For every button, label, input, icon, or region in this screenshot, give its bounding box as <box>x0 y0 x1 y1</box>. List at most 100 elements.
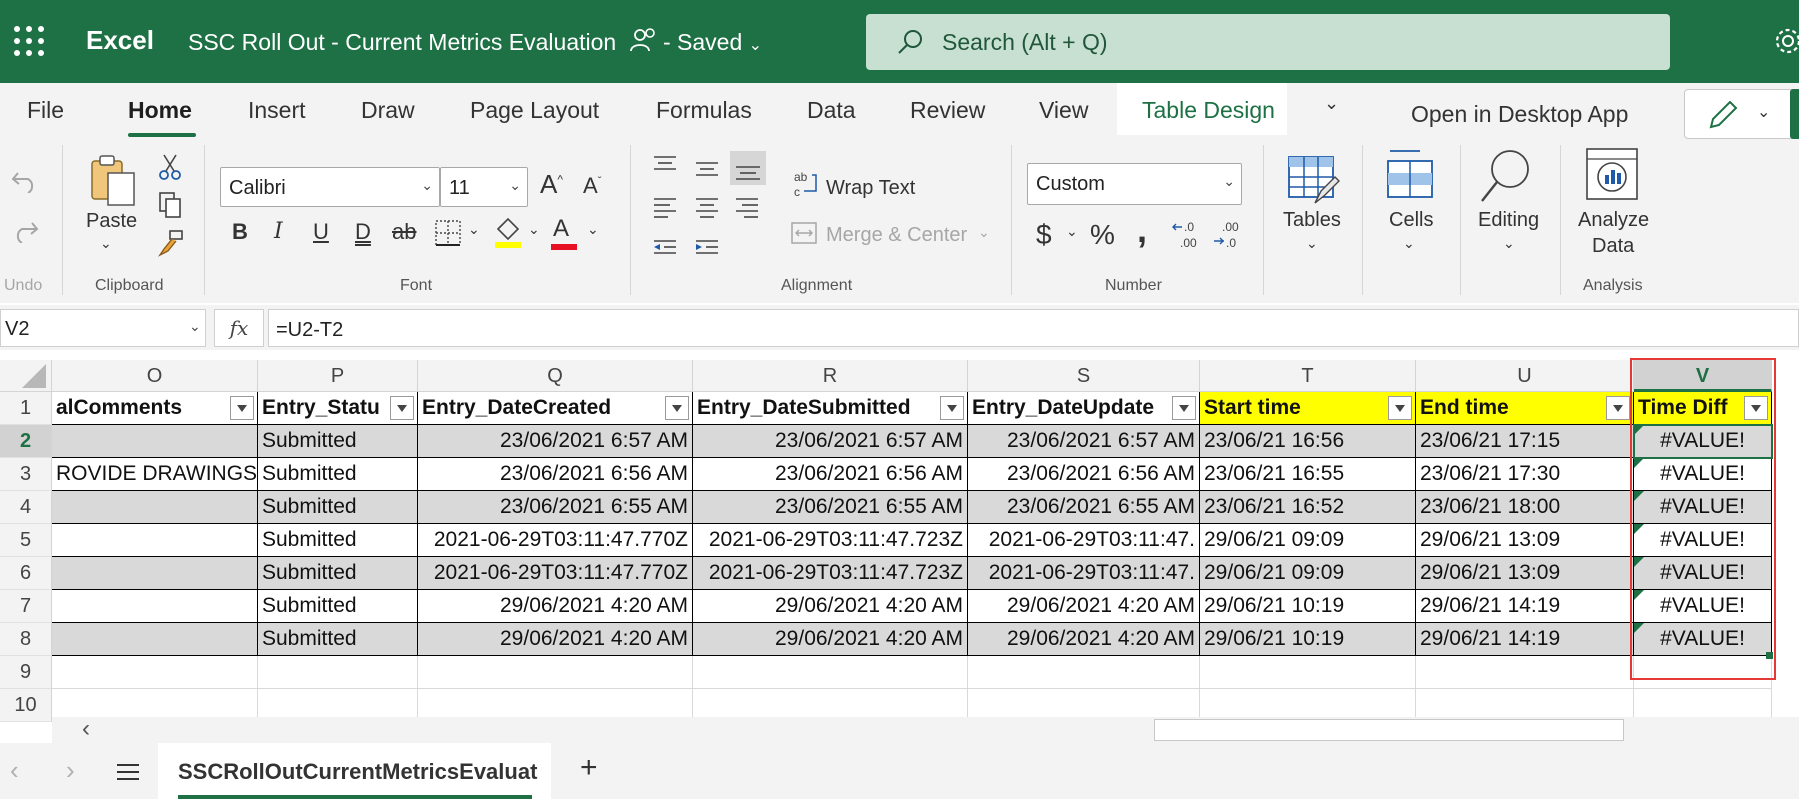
filter-dropdown-icon[interactable] <box>390 396 414 420</box>
scrollbar-thumb[interactable] <box>1154 719 1624 741</box>
table-cell[interactable]: 23/06/2021 6:56 AM <box>968 458 1200 491</box>
analyze-data-label-line1[interactable]: Analyze <box>1578 209 1649 232</box>
format-painter-icon[interactable] <box>158 229 184 257</box>
redo-icon[interactable] <box>10 217 40 243</box>
scroll-left-icon[interactable]: ‹ <box>82 715 90 743</box>
paste-label[interactable]: Paste <box>86 210 137 233</box>
row-header-10[interactable]: 10 <box>0 689 52 722</box>
table-cell[interactable] <box>52 590 258 623</box>
table-cell[interactable]: 23/06/21 16:56 <box>1200 425 1416 458</box>
table-cell[interactable] <box>52 557 258 590</box>
table-header-cell[interactable]: End time <box>1416 392 1634 425</box>
name-box[interactable]: V2 ⌄ <box>0 309 206 347</box>
filter-dropdown-icon[interactable] <box>230 396 254 420</box>
table-header-cell[interactable]: Entry_DateCreated <box>418 392 693 425</box>
tab-data[interactable]: Data <box>807 97 856 124</box>
row-header-2[interactable]: 2 <box>0 425 52 458</box>
borders-icon[interactable] <box>434 219 462 247</box>
paste-icon[interactable] <box>88 153 140 209</box>
search-box[interactable]: Search (Alt + Q) <box>866 14 1670 70</box>
row-header-1[interactable]: 1 <box>0 392 52 425</box>
filter-dropdown-icon[interactable] <box>940 396 964 420</box>
column-header-p[interactable]: P <box>258 360 418 392</box>
document-title[interactable]: SSC Roll Out - Current Metrics Evaluatio… <box>188 27 762 56</box>
copy-icon[interactable] <box>158 191 182 219</box>
wrap-text-icon[interactable]: ab c <box>794 169 820 199</box>
column-header-u[interactable]: U <box>1416 360 1634 392</box>
tab-view[interactable]: View <box>1039 97 1088 124</box>
next-sheet-icon[interactable]: › <box>66 755 75 786</box>
table-cell[interactable]: 29/06/2021 4:20 AM <box>968 623 1200 656</box>
tab-file[interactable]: File <box>27 97 64 124</box>
undo-icon[interactable] <box>10 167 40 193</box>
chevron-down-icon[interactable]: ⌄ <box>528 221 540 238</box>
table-cell[interactable]: 29/06/2021 4:20 AM <box>418 623 693 656</box>
column-header-s[interactable]: S <box>968 360 1200 392</box>
column-header-o[interactable]: O <box>52 360 258 392</box>
cells-icon[interactable] <box>1384 147 1438 205</box>
table-cell[interactable]: 29/06/2021 4:20 AM <box>968 590 1200 623</box>
column-header-r[interactable]: R <box>693 360 968 392</box>
decrease-decimal-icon[interactable]: .00 .0 <box>1212 219 1248 249</box>
tab-formulas[interactable]: Formulas <box>656 97 752 124</box>
decrease-font-size-icon[interactable]: Aˇ <box>583 173 601 199</box>
chevron-down-icon[interactable]: ⌄ <box>1503 235 1515 252</box>
empty-cell[interactable] <box>693 656 968 689</box>
table-cell[interactable]: 2021-06-29T03:11:47.723Z <box>693 524 968 557</box>
insert-function-button[interactable]: fx <box>214 309 264 347</box>
table-cell[interactable]: Submitted <box>258 425 418 458</box>
table-header-cell[interactable]: Start time <box>1200 392 1416 425</box>
row-header-7[interactable]: 7 <box>0 590 52 623</box>
table-cell[interactable]: 23/06/2021 6:55 AM <box>693 491 968 524</box>
app-launcher-icon[interactable] <box>14 26 44 56</box>
wrap-text-button[interactable]: Wrap Text <box>826 177 915 200</box>
comma-style-button[interactable]: , <box>1137 209 1147 251</box>
table-cell[interactable]: 23/06/21 16:55 <box>1200 458 1416 491</box>
horizontal-scrollbar[interactable]: ‹ <box>52 715 1799 743</box>
table-cell[interactable]: 29/06/21 09:09 <box>1200 524 1416 557</box>
tab-home[interactable]: Home <box>128 97 192 124</box>
table-cell[interactable]: Submitted <box>258 524 418 557</box>
tab-draw[interactable]: Draw <box>361 97 415 124</box>
percent-format-button[interactable]: % <box>1090 219 1115 251</box>
filter-dropdown-icon[interactable] <box>1388 396 1412 420</box>
chevron-down-icon[interactable]: ⌄ <box>1403 235 1415 252</box>
tab-page-layout[interactable]: Page Layout <box>470 97 599 124</box>
table-cell[interactable]: Submitted <box>258 623 418 656</box>
table-cell[interactable]: 23/06/21 18:00 <box>1416 491 1634 524</box>
table-header-cell[interactable]: alComments <box>52 392 258 425</box>
table-header-cell[interactable]: Entry_DateSubmitted <box>693 392 968 425</box>
app-name[interactable]: Excel <box>86 25 154 56</box>
table-cell[interactable]: 29/06/21 10:19 <box>1200 590 1416 623</box>
table-cell[interactable]: 29/06/2021 4:20 AM <box>418 590 693 623</box>
sheet-tab[interactable]: SSCRollOutCurrentMetricsEvaluat <box>158 743 551 799</box>
merge-center-button[interactable]: Merge & Center <box>826 224 967 247</box>
table-cell[interactable]: ROVIDE DRAWINGS <box>52 458 258 491</box>
row-header-6[interactable]: 6 <box>0 557 52 590</box>
table-cell[interactable]: 23/06/2021 6:55 AM <box>968 491 1200 524</box>
currency-format-button[interactable]: $ <box>1036 219 1052 251</box>
table-header-cell[interactable]: Entry_DateUpdate <box>968 392 1200 425</box>
chevron-down-icon[interactable]: ⌄ <box>587 221 599 238</box>
tab-review[interactable]: Review <box>910 97 985 124</box>
table-cell[interactable]: 23/06/2021 6:57 AM <box>418 425 693 458</box>
gear-icon[interactable] <box>1770 24 1799 58</box>
table-cell[interactable]: 29/06/21 14:19 <box>1416 590 1634 623</box>
number-format-dropdown[interactable]: Custom ⌄ <box>1027 163 1242 205</box>
analyze-data-label-line2[interactable]: Data <box>1592 235 1634 258</box>
underline-button[interactable]: U <box>313 219 329 245</box>
formula-input[interactable]: =U2-T2 <box>268 309 1799 347</box>
table-cell[interactable]: 23/06/2021 6:56 AM <box>418 458 693 491</box>
table-cell[interactable]: 2021-06-29T03:11:47.770Z <box>418 557 693 590</box>
cells-button[interactable]: Cells <box>1389 209 1433 232</box>
strikethrough-button[interactable]: ab <box>392 219 416 245</box>
open-in-desktop-app-button[interactable]: Open in Desktop App <box>1411 101 1628 128</box>
table-cell[interactable]: Submitted <box>258 557 418 590</box>
font-size-dropdown[interactable]: 11 ⌄ <box>440 167 528 207</box>
table-cell[interactable]: 29/06/21 13:09 <box>1416 557 1634 590</box>
empty-cell[interactable] <box>968 656 1200 689</box>
table-cell[interactable]: 23/06/21 17:15 <box>1416 425 1634 458</box>
font-family-dropdown[interactable]: Calibri ⌄ <box>220 167 440 207</box>
italic-button[interactable]: I <box>274 219 283 244</box>
chevron-down-icon[interactable]: ⌄ <box>749 37 762 54</box>
